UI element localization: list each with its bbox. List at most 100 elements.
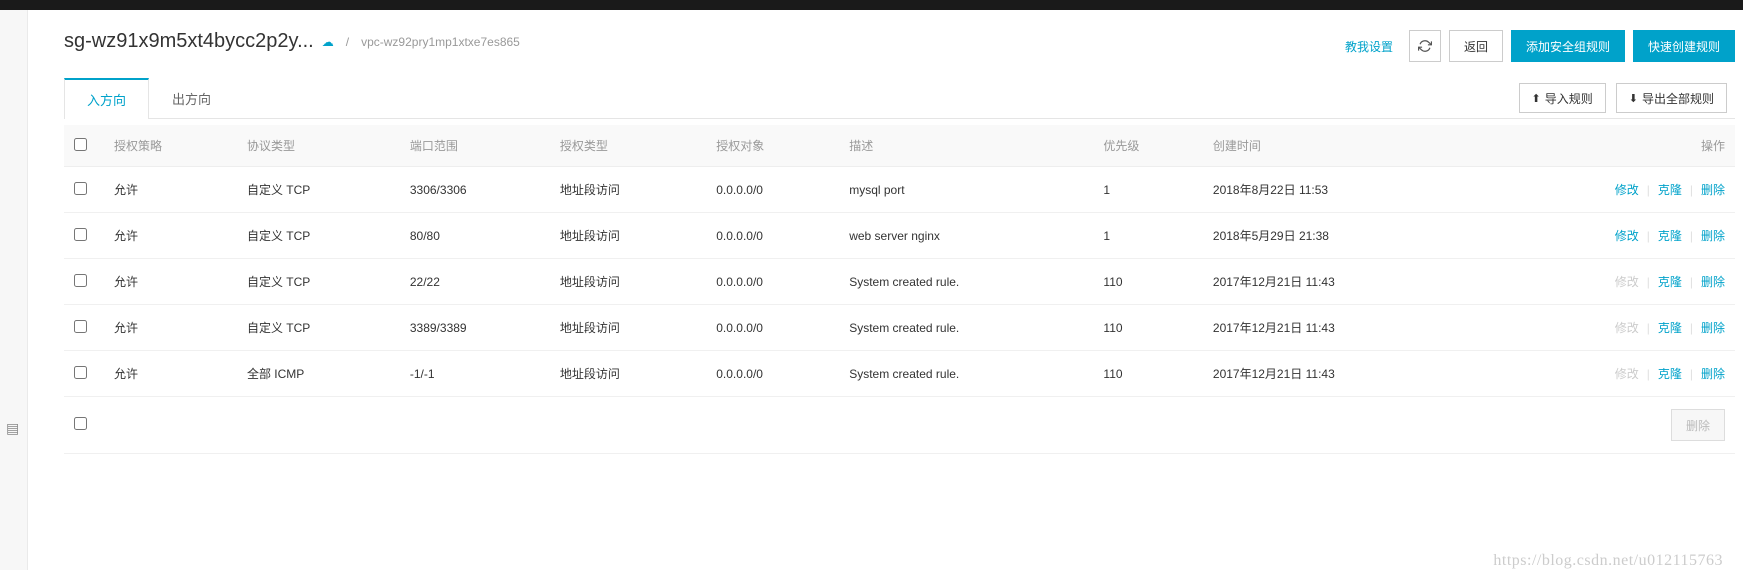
action-clone[interactable]: 克隆 xyxy=(1658,367,1682,381)
import-rules-button[interactable]: ⬆ 导入规则 xyxy=(1519,83,1606,113)
action-sep: | xyxy=(1690,183,1693,197)
cell-auth-type: 地址段访问 xyxy=(550,259,706,305)
refresh-button[interactable] xyxy=(1409,30,1441,62)
cell-port: -1/-1 xyxy=(400,351,550,397)
action-sep: | xyxy=(1647,229,1650,243)
back-button[interactable]: 返回 xyxy=(1449,30,1503,62)
action-clone[interactable]: 克隆 xyxy=(1658,183,1682,197)
tab-outbound[interactable]: 出方向 xyxy=(149,78,234,119)
refresh-icon xyxy=(1418,39,1432,53)
tab-actions: ⬆ 导入规则 ⬇ 导出全部规则 xyxy=(1519,83,1735,113)
action-clone[interactable]: 克隆 xyxy=(1658,229,1682,243)
table-row: 允许自定义 TCP80/80地址段访问0.0.0.0/0web server n… xyxy=(64,213,1735,259)
action-clone[interactable]: 克隆 xyxy=(1658,321,1682,335)
left-sidebar-collapsed[interactable]: ▤ xyxy=(0,10,28,570)
table-row: 允许自定义 TCP22/22地址段访问0.0.0.0/0System creat… xyxy=(64,259,1735,305)
select-all-checkbox[interactable] xyxy=(74,138,87,151)
action-delete[interactable]: 删除 xyxy=(1701,183,1725,197)
table-footer-row: 删除 xyxy=(64,397,1735,454)
cell-policy: 允许 xyxy=(104,213,237,259)
cell-port: 80/80 xyxy=(400,213,550,259)
select-all-footer-checkbox[interactable] xyxy=(74,417,87,430)
upload-icon: ⬆ xyxy=(1532,92,1541,105)
cell-policy: 允许 xyxy=(104,305,237,351)
cell-port: 22/22 xyxy=(400,259,550,305)
cell-actions: 修改 | 克隆 | 删除 xyxy=(1480,305,1735,351)
page-header: sg-wz91x9m5xt4bycc2p2y... ☁ / vpc-wz92pr… xyxy=(64,30,1735,78)
action-delete[interactable]: 删除 xyxy=(1701,367,1725,381)
action-modify[interactable]: 修改 xyxy=(1615,367,1639,381)
cell-policy: 允许 xyxy=(104,259,237,305)
cell-protocol: 自定义 TCP xyxy=(237,305,400,351)
col-policy: 授权策略 xyxy=(104,125,237,167)
cell-created: 2017年12月21日 11:43 xyxy=(1203,351,1480,397)
sidebar-expand-icon[interactable]: ▤ xyxy=(6,420,19,437)
cell-created: 2017年12月21日 11:43 xyxy=(1203,305,1480,351)
breadcrumb-sep: / xyxy=(346,35,349,49)
row-checkbox[interactable] xyxy=(74,228,87,241)
row-checkbox[interactable] xyxy=(74,274,87,287)
bulk-delete-button[interactable]: 删除 xyxy=(1671,409,1725,441)
title-wrap: sg-wz91x9m5xt4bycc2p2y... ☁ / vpc-wz92pr… xyxy=(64,30,520,53)
cell-actions: 修改|克隆|删除 xyxy=(1480,213,1735,259)
cell-description: System created rule. xyxy=(839,305,1093,351)
cell-actions: 修改 | 克隆 | 删除 xyxy=(1480,259,1735,305)
cell-auth-type: 地址段访问 xyxy=(550,213,706,259)
action-modify[interactable]: 修改 xyxy=(1615,321,1639,335)
action-delete[interactable]: 删除 xyxy=(1701,229,1725,243)
cell-actions: 修改|克隆|删除 xyxy=(1480,167,1735,213)
action-sep: | xyxy=(1647,321,1650,335)
action-sep: | xyxy=(1690,275,1693,289)
tabs-row: 入方向 出方向 ⬆ 导入规则 ⬇ 导出全部规则 xyxy=(64,78,1735,119)
cloud-icon: ☁ xyxy=(322,35,334,49)
col-created: 创建时间 xyxy=(1203,125,1480,167)
cell-description: mysql port xyxy=(839,167,1093,213)
cell-priority: 110 xyxy=(1093,351,1202,397)
cell-port: 3306/3306 xyxy=(400,167,550,213)
action-delete[interactable]: 删除 xyxy=(1701,275,1725,289)
cell-auth-type: 地址段访问 xyxy=(550,167,706,213)
action-sep: | xyxy=(1690,367,1693,381)
cell-created: 2017年12月21日 11:43 xyxy=(1203,259,1480,305)
cell-auth-object: 0.0.0.0/0 xyxy=(706,213,839,259)
direction-tabs: 入方向 出方向 xyxy=(64,78,234,118)
col-description: 描述 xyxy=(839,125,1093,167)
cell-actions: 修改 | 克隆 | 删除 xyxy=(1480,351,1735,397)
add-rule-button[interactable]: 添加安全组规则 xyxy=(1511,30,1625,62)
row-checkbox[interactable] xyxy=(74,366,87,379)
download-icon: ⬇ xyxy=(1629,92,1638,105)
security-group-title: sg-wz91x9m5xt4bycc2p2y... xyxy=(64,30,314,53)
table-row: 允许全部 ICMP-1/-1地址段访问0.0.0.0/0System creat… xyxy=(64,351,1735,397)
action-modify[interactable]: 修改 xyxy=(1615,229,1639,243)
tutorial-link[interactable]: 教我设置 xyxy=(1337,32,1401,61)
cell-priority: 110 xyxy=(1093,259,1202,305)
row-checkbox[interactable] xyxy=(74,182,87,195)
action-modify[interactable]: 修改 xyxy=(1615,275,1639,289)
tab-inbound[interactable]: 入方向 xyxy=(64,78,149,119)
watermark-text: https://blog.csdn.net/u012115763 xyxy=(1493,552,1723,570)
cell-description: System created rule. xyxy=(839,259,1093,305)
cell-description: System created rule. xyxy=(839,351,1093,397)
action-delete[interactable]: 删除 xyxy=(1701,321,1725,335)
cell-auth-type: 地址段访问 xyxy=(550,351,706,397)
cell-auth-object: 0.0.0.0/0 xyxy=(706,305,839,351)
action-modify[interactable]: 修改 xyxy=(1615,183,1639,197)
cell-auth-type: 地址段访问 xyxy=(550,305,706,351)
action-sep: | xyxy=(1647,367,1650,381)
cell-created: 2018年8月22日 11:53 xyxy=(1203,167,1480,213)
import-rules-label: 导入规则 xyxy=(1545,90,1593,107)
cell-priority: 1 xyxy=(1093,213,1202,259)
row-checkbox[interactable] xyxy=(74,320,87,333)
action-sep: | xyxy=(1647,275,1650,289)
cell-auth-object: 0.0.0.0/0 xyxy=(706,259,839,305)
col-auth-object: 授权对象 xyxy=(706,125,839,167)
cell-protocol: 自定义 TCP xyxy=(237,259,400,305)
cell-priority: 1 xyxy=(1093,167,1202,213)
top-black-bar xyxy=(0,0,1743,10)
vpc-id-link[interactable]: vpc-wz92pry1mp1xtxe7es865 xyxy=(361,35,520,49)
cell-auth-object: 0.0.0.0/0 xyxy=(706,351,839,397)
action-sep: | xyxy=(1690,321,1693,335)
quick-create-rule-button[interactable]: 快速创建规则 xyxy=(1633,30,1735,62)
action-clone[interactable]: 克隆 xyxy=(1658,275,1682,289)
export-rules-button[interactable]: ⬇ 导出全部规则 xyxy=(1616,83,1727,113)
